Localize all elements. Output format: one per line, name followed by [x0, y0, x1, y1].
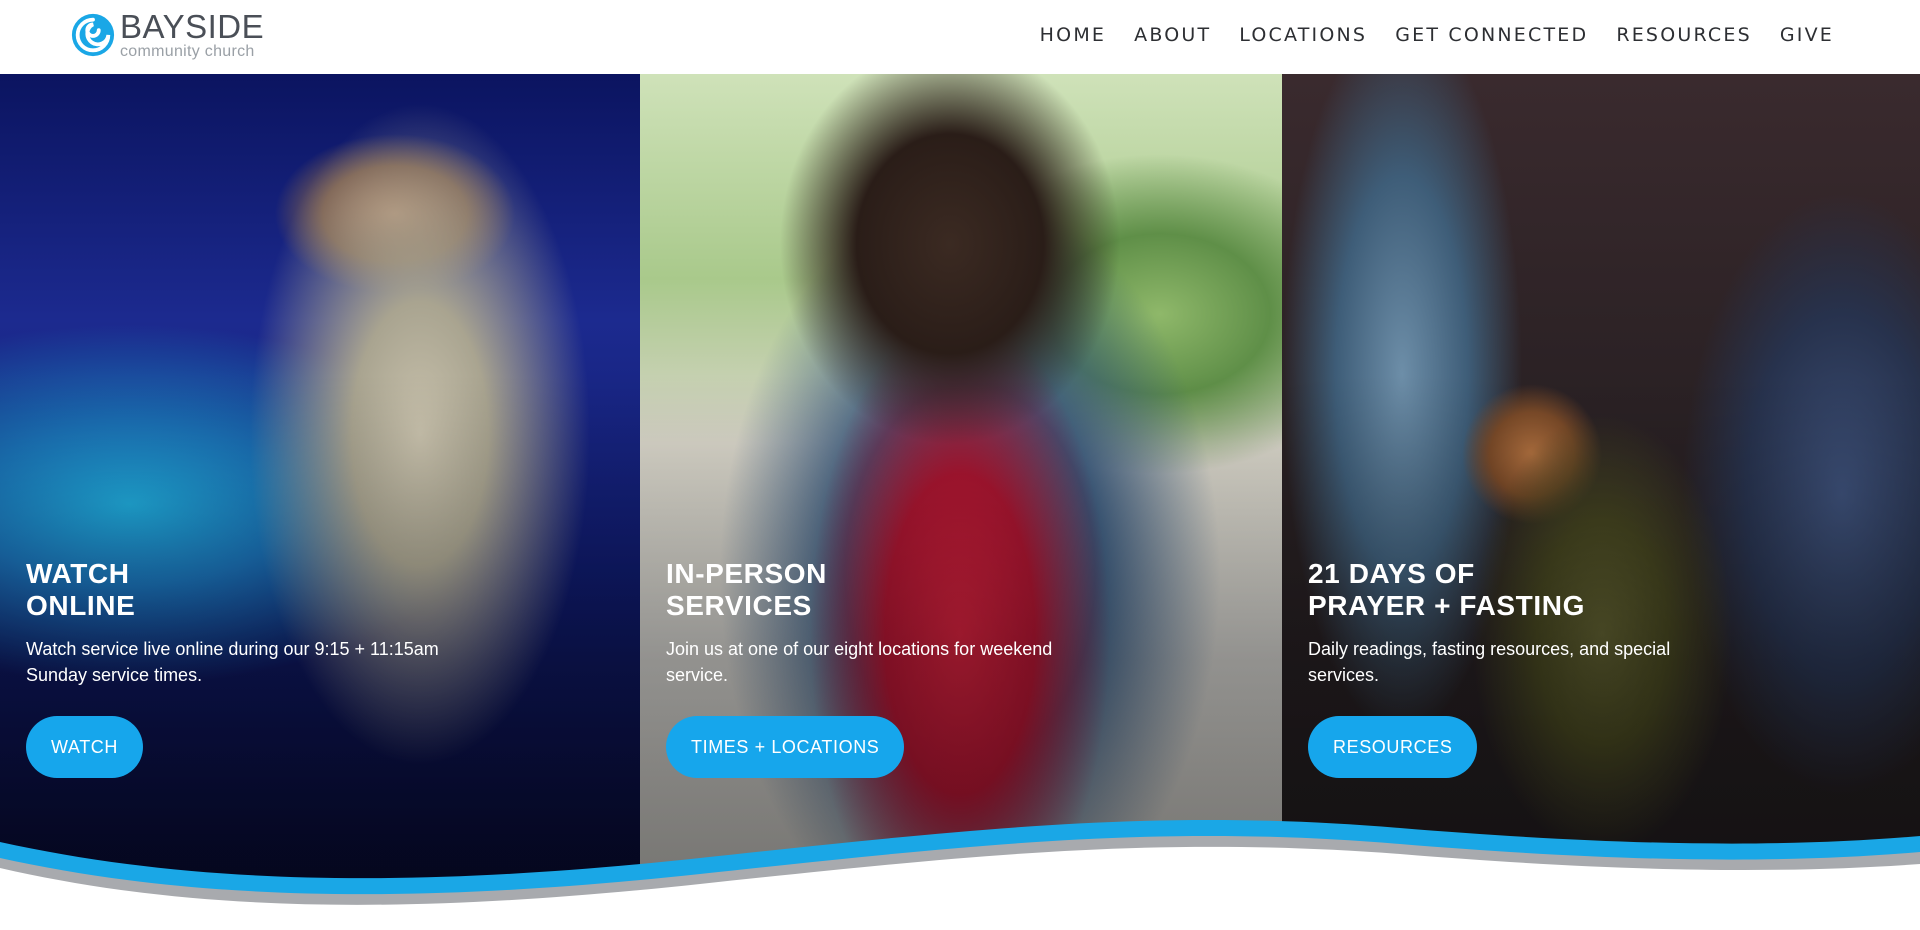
panel-title-line-1: IN-PERSON	[666, 558, 827, 589]
panel-in-person-services: IN-PERSON SERVICES Join us at one of our…	[640, 74, 1282, 894]
resources-button[interactable]: RESOURCES	[1308, 716, 1478, 778]
panel-watch-online: WATCH ONLINE Watch service live online d…	[0, 74, 640, 894]
nav-item-give[interactable]: GIVE	[1780, 23, 1834, 47]
site-header: BAYSIDE community church HOME ABOUT LOCA…	[0, 0, 1920, 74]
wave-divider	[0, 819, 1920, 930]
panel-description: Daily readings, fasting resources, and s…	[1308, 639, 1671, 685]
logo-tagline: community church	[120, 43, 255, 60]
panel-content: IN-PERSON SERVICES Join us at one of our…	[666, 558, 1126, 778]
panel-title-line-2: ONLINE	[26, 590, 136, 621]
panel-title-line-2: PRAYER + FASTING	[1308, 590, 1585, 621]
nav-item-locations[interactable]: LOCATIONS	[1239, 23, 1367, 47]
panel-description: Watch service live online during our 9:1…	[26, 639, 439, 685]
logo-name: BAYSIDE	[120, 8, 265, 45]
watch-button[interactable]: WATCH	[26, 716, 143, 778]
nav-item-home[interactable]: HOME	[1040, 23, 1106, 47]
logo-link[interactable]: BAYSIDE community church	[70, 8, 280, 62]
panel-title-line-1: WATCH	[26, 558, 130, 589]
panel-title-line-1: 21 DAYS OF	[1308, 558, 1475, 589]
hero-panels: WATCH ONLINE Watch service live online d…	[0, 74, 1920, 894]
panel-content: WATCH ONLINE Watch service live online d…	[26, 558, 486, 778]
logo-text: BAYSIDE community church	[120, 10, 264, 60]
panel-prayer-fasting: 21 DAYS OF PRAYER + FASTING Daily readin…	[1282, 74, 1920, 894]
panel-description: Join us at one of our eight locations fo…	[666, 639, 1053, 685]
panel-title: 21 DAYS OF PRAYER + FASTING	[1308, 558, 1768, 622]
panel-content: 21 DAYS OF PRAYER + FASTING Daily readin…	[1308, 558, 1768, 778]
panel-title: WATCH ONLINE	[26, 558, 486, 622]
nav-item-about[interactable]: ABOUT	[1134, 23, 1211, 47]
nav-item-get-connected[interactable]: GET CONNECTED	[1395, 23, 1588, 47]
main-nav: HOME ABOUT LOCATIONS GET CONNECTED RESOU…	[1012, 23, 1834, 47]
panel-title: IN-PERSON SERVICES	[666, 558, 1126, 622]
nav-item-resources[interactable]: RESOURCES	[1616, 23, 1752, 47]
panel-title-line-2: SERVICES	[666, 590, 812, 621]
times-locations-button[interactable]: TIMES + LOCATIONS	[666, 716, 905, 778]
swirl-logo-icon	[71, 13, 115, 57]
